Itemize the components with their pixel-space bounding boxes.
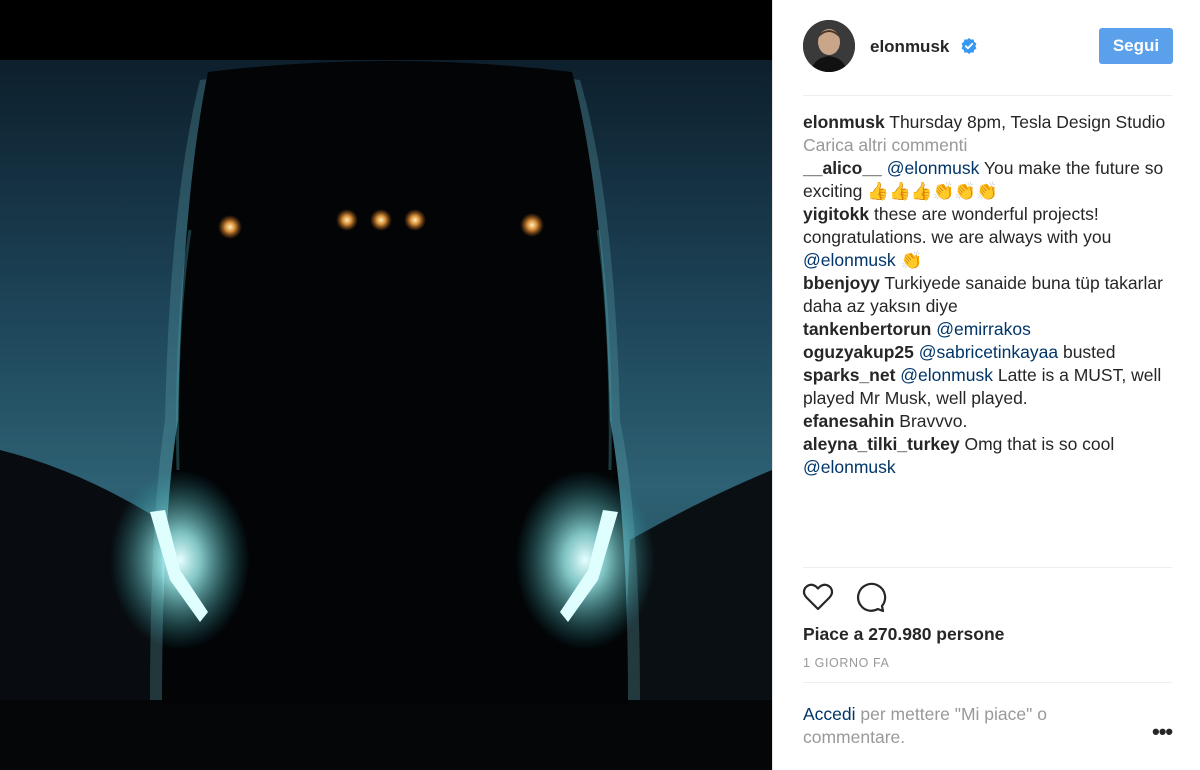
comment-item: tankenbertorun @emirrakos — [803, 318, 1173, 341]
username-link[interactable]: elonmusk — [870, 37, 949, 57]
comment-author[interactable]: efanesahin — [803, 411, 894, 431]
comment-mention[interactable]: @sabricetinkayaa — [919, 342, 1058, 362]
comment-item: bbenjoyy Turkiyede sanaide buna tüp taka… — [803, 272, 1173, 318]
footer-divider — [803, 682, 1172, 683]
comment-item: sparks_net @elonmusk Latte is a MUST, we… — [803, 364, 1173, 410]
comment-item: yigitokk these are wonderful projects! c… — [803, 203, 1173, 272]
comment-item: aleyna_tilki_turkey Omg that is so cool … — [803, 433, 1173, 479]
post-side-panel: elonmusk Segui elonmusk Thursday 8pm, Te… — [772, 0, 1200, 770]
comment-author[interactable]: bbenjoyy — [803, 273, 880, 293]
follow-button[interactable]: Segui — [1099, 28, 1173, 64]
comment-author[interactable]: tankenbertorun — [803, 319, 931, 339]
header-divider — [803, 95, 1172, 96]
heart-icon[interactable] — [801, 580, 835, 614]
comment-item: __alico__ @elonmusk You make the future … — [803, 157, 1173, 203]
comments-list[interactable]: elonmusk Thursday 8pm, Tesla Design Stud… — [803, 111, 1173, 568]
verified-badge-icon — [961, 38, 977, 54]
more-options-icon[interactable]: ••• — [1152, 721, 1173, 743]
comment-mention[interactable]: @elonmusk — [803, 250, 896, 270]
caption-text: Thursday 8pm, Tesla Design Studio — [884, 112, 1166, 132]
comment-mention[interactable]: @elonmusk — [803, 457, 896, 477]
comments-divider — [803, 567, 1172, 568]
comment-item: oguzyakup25 @sabricetinkayaa busted — [803, 341, 1173, 364]
comment-mention[interactable]: @elonmusk — [887, 158, 980, 178]
post-photo[interactable] — [0, 0, 772, 770]
comment-text: Omg that is so cool — [959, 434, 1115, 454]
likes-count[interactable]: Piace a 270.980 persone — [803, 624, 1004, 645]
comment-text: busted — [1058, 342, 1116, 362]
caption-author[interactable]: elonmusk — [803, 112, 885, 132]
comment-author[interactable]: sparks_net — [803, 365, 895, 385]
comment-mention[interactable]: @emirrakos — [936, 319, 1031, 339]
login-prompt: Accedi per mettere "Mi piace" o commenta… — [803, 703, 1103, 749]
comment-item: efanesahin Bravvvo. — [803, 410, 1173, 433]
comment-text: Bravvvo. — [894, 411, 968, 431]
avatar[interactable] — [803, 20, 855, 72]
caption: elonmusk Thursday 8pm, Tesla Design Stud… — [803, 111, 1173, 134]
comment-author[interactable]: yigitokk — [803, 204, 869, 224]
comment-bubble-icon[interactable] — [853, 580, 887, 614]
post-timestamp[interactable]: 1 GIORNO FA — [803, 656, 889, 670]
comment-mention[interactable]: @elonmusk — [900, 365, 993, 385]
truck-night-image — [0, 0, 772, 770]
comment-author[interactable]: aleyna_tilki_turkey — [803, 434, 960, 454]
comment-author[interactable]: oguzyakup25 — [803, 342, 914, 362]
comment-text: 👏 — [895, 250, 923, 270]
comment-author[interactable]: __alico__ — [803, 158, 882, 178]
profile-photo-icon — [803, 20, 855, 72]
instagram-post-view: elonmusk Segui elonmusk Thursday 8pm, Te… — [0, 0, 1200, 770]
comment-items: __alico__ @elonmusk You make the future … — [803, 157, 1173, 479]
post-header: elonmusk Segui — [773, 0, 1200, 95]
load-more-comments[interactable]: Carica altri commenti — [803, 134, 1173, 157]
action-bar — [801, 580, 921, 614]
login-link[interactable]: Accedi — [803, 704, 856, 724]
